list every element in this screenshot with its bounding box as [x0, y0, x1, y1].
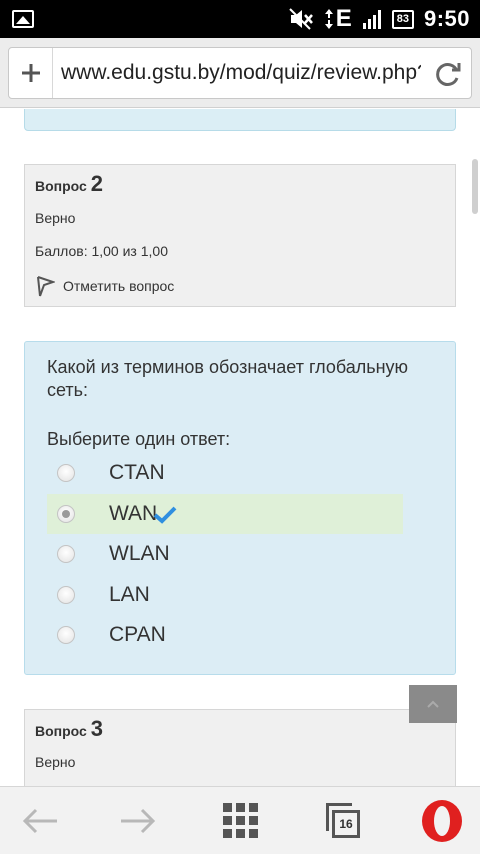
page-scrollbar[interactable]: [471, 109, 480, 786]
clock: 9:50: [423, 6, 470, 31]
answer-radio[interactable]: [57, 545, 75, 563]
flag-question-label: Отметить вопрос: [63, 278, 175, 294]
answer-option[interactable]: CTAN: [47, 453, 403, 494]
question-state: Верно: [35, 210, 76, 226]
answer-list: CTAN WAN WLAN LAN CPAN: [47, 453, 403, 656]
page-content: Вопрос 2 Верно Баллов: 1,00 из 1,00 Отме…: [0, 109, 480, 786]
question-grade: Баллов: 1,00 из 1,00: [35, 243, 168, 259]
question-text: Какой из терминов обозначает глобальную …: [47, 357, 409, 400]
question-number: 3: [90, 716, 103, 741]
question-number-title: Вопрос 2: [35, 171, 103, 197]
data-arrows-icon: [324, 9, 333, 29]
up-arrow-icon: [427, 700, 439, 708]
reload-icon[interactable]: [433, 59, 463, 89]
tab-count: 16: [332, 810, 360, 838]
question-label: Вопрос: [35, 723, 87, 739]
answer-label: CTAN: [109, 461, 165, 484]
answer-label: LAN: [109, 582, 150, 606]
question-info-panel: Вопрос 2 Верно Баллов: 1,00 из 1,00 Отме…: [24, 164, 456, 307]
question-label: Вопрос: [35, 178, 87, 194]
opera-menu-button[interactable]: [402, 787, 480, 854]
answer-option-correct[interactable]: WAN: [47, 493, 403, 534]
speed-dial-grid-icon: [223, 803, 258, 838]
opera-logo-icon: [422, 800, 462, 842]
question-number: 2: [90, 171, 103, 196]
scrollbar-thumb[interactable]: [472, 159, 478, 214]
answer-option[interactable]: WLAN: [47, 534, 403, 575]
question-info-panel: Вопрос 3 Верно: [24, 709, 456, 786]
speed-dial-button[interactable]: [201, 787, 281, 854]
mute-icon: [288, 8, 313, 30]
answer-label: CPAN: [109, 623, 166, 646]
checkmark-icon: [153, 506, 177, 524]
previous-question-card: [24, 109, 456, 131]
battery-icon: 83: [391, 9, 414, 29]
scroll-to-top-button[interactable]: [409, 685, 457, 723]
browser-address-bar: www.edu.gstu.by/mod/quiz/review.php?atte: [0, 38, 480, 108]
question-number-title: Вопрос 3: [35, 716, 103, 742]
url-input[interactable]: www.edu.gstu.by/mod/quiz/review.php?atte: [61, 48, 421, 98]
answer-radio[interactable]: [57, 626, 75, 644]
flag-icon: [37, 276, 55, 297]
tabs-icon: 16: [326, 803, 362, 839]
answer-radio[interactable]: [57, 464, 75, 482]
answer-option[interactable]: LAN: [47, 575, 403, 616]
answer-label: WAN: [109, 501, 158, 525]
status-bar: E 83 9:50: [0, 0, 480, 38]
network-e-icon: E: [324, 5, 352, 33]
answer-radio-selected[interactable]: [57, 504, 75, 523]
back-arrow-icon: [22, 808, 57, 834]
signal-icon: [362, 10, 381, 29]
image-notification-icon: [12, 10, 34, 28]
plus-icon[interactable]: [9, 48, 53, 98]
back-button[interactable]: [0, 787, 80, 854]
answer-prompt: Выберите один ответ:: [47, 429, 231, 449]
address-field[interactable]: www.edu.gstu.by/mod/quiz/review.php?atte: [8, 47, 472, 99]
forward-arrow-icon: [121, 808, 156, 834]
tabs-button[interactable]: 16: [304, 787, 384, 854]
status-icons: E 83 9:50: [288, 0, 470, 38]
forward-button[interactable]: [98, 787, 178, 854]
browser-bottom-bar: 16: [0, 786, 480, 854]
answer-label: WLAN: [109, 542, 170, 565]
question-content-card: Какой из терминов обозначает глобальную …: [24, 341, 456, 675]
question-state: Верно: [35, 754, 76, 770]
answer-option[interactable]: CPAN: [47, 615, 403, 656]
answer-radio[interactable]: [57, 585, 75, 604]
flag-question-link[interactable]: Отметить вопрос: [35, 275, 174, 297]
network-type-label: E: [335, 5, 352, 32]
